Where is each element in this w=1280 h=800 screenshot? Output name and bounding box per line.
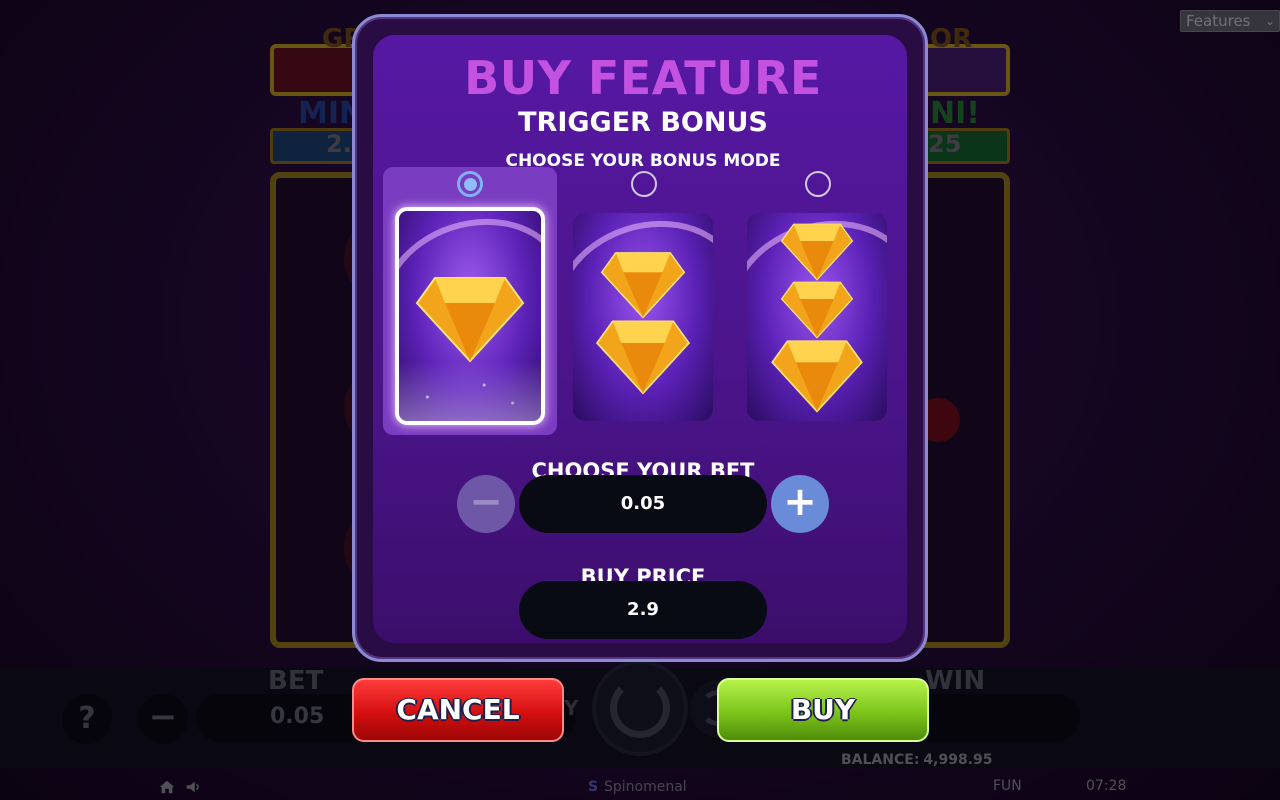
bonus-mode-option-1[interactable]: [383, 167, 557, 435]
gem-icon: [595, 320, 691, 395]
gem-icon: [771, 340, 863, 413]
sparkle-decoration: [399, 361, 541, 421]
gem-icon: [780, 281, 854, 339]
modal-title: BUY FEATURE: [464, 51, 822, 105]
bonus-mode-radio-1[interactable]: [457, 171, 483, 197]
bonus-mode-card-2[interactable]: [573, 213, 713, 421]
gem-icon: [780, 223, 854, 281]
modal-bet-decrease-button[interactable]: −: [457, 475, 515, 533]
modal-subtitle: TRIGGER BONUS: [518, 107, 768, 138]
bonus-mode-radio-3[interactable]: [805, 171, 831, 197]
buy-feature-modal: BUY FEATURE TRIGGER BONUS CHOOSE YOUR BO…: [352, 14, 928, 662]
bonus-mode-option-3[interactable]: [731, 167, 905, 435]
gem-icon: [600, 252, 686, 319]
bonus-mode-option-2[interactable]: [557, 167, 731, 435]
cancel-button[interactable]: CANCEL: [352, 678, 564, 742]
bonus-mode-card-3[interactable]: [747, 213, 887, 421]
buy-button[interactable]: BUY: [717, 678, 929, 742]
buy-price-value: 2.9: [519, 581, 767, 639]
modal-bet-increase-button[interactable]: +: [771, 475, 829, 533]
bonus-mode-radio-2[interactable]: [631, 171, 657, 197]
bonus-mode-card-1[interactable]: [395, 207, 545, 425]
modal-bet-value: 0.05: [519, 475, 767, 533]
gem-icon: [415, 277, 525, 363]
